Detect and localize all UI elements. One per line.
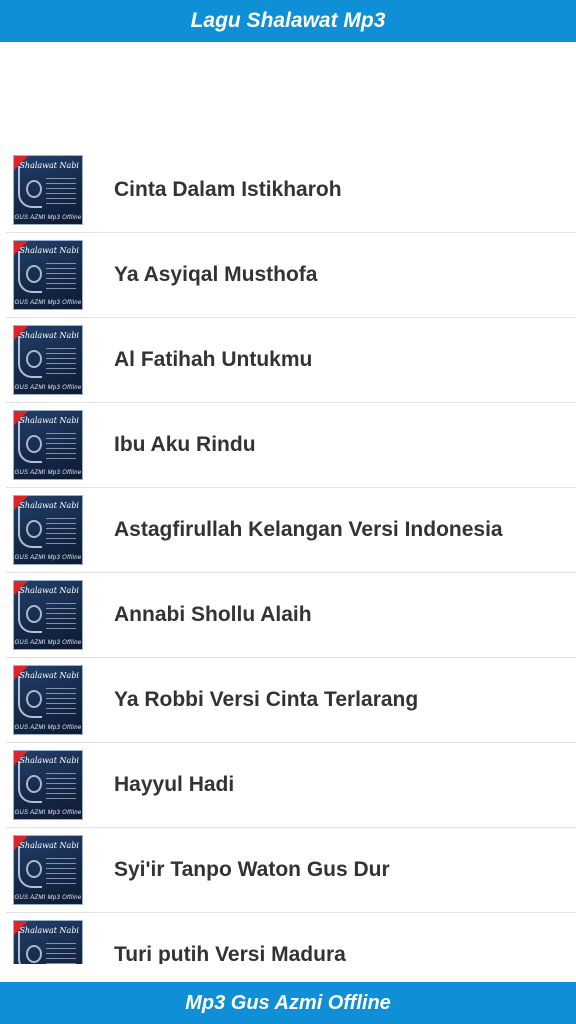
song-title: Syi'ir Tanpo Waton Gus Dur xyxy=(114,858,390,881)
list-item[interactable]: Shalawat Nabi GUS AZMI Mp3 Offline Ya As… xyxy=(6,233,576,318)
calligraphy-glyph xyxy=(26,945,42,963)
calligraphy-glyph xyxy=(26,180,42,198)
list-item[interactable]: Shalawat Nabi GUS AZMI Mp3 Offline Ibu A… xyxy=(6,403,576,488)
thumbnail-footer: GUS AZMI Mp3 Offline xyxy=(14,300,82,306)
calligraphy-glyph xyxy=(26,520,42,538)
list-item[interactable]: Shalawat Nabi GUS AZMI Mp3 Offline Hayyu… xyxy=(6,743,576,828)
thumbnail-text-lines xyxy=(46,263,76,289)
song-list[interactable]: Shalawat Nabi GUS AZMI Mp3 Offline Cinta… xyxy=(6,148,576,964)
app-title: Lagu Shalawat Mp3 xyxy=(190,9,386,32)
thumbnail-text-lines xyxy=(46,178,76,204)
thumbnail-footer: GUS AZMI Mp3 Offline xyxy=(14,470,82,476)
song-title: Astagfirullah Kelangan Versi Indonesia xyxy=(114,518,503,541)
album-art-thumbnail: Shalawat Nabi GUS AZMI Mp3 Offline xyxy=(13,750,83,820)
calligraphy-glyph xyxy=(26,775,42,793)
thumbnail-text-lines xyxy=(46,348,76,374)
album-art-thumbnail: Shalawat Nabi GUS AZMI Mp3 Offline xyxy=(13,580,83,650)
song-title: Ibu Aku Rindu xyxy=(114,433,256,456)
album-art-thumbnail: Shalawat Nabi GUS AZMI Mp3 Offline xyxy=(13,835,83,905)
thumbnail-text-lines xyxy=(46,518,76,544)
thumbnail-title: Shalawat Nabi xyxy=(19,586,79,595)
app-bar: Lagu Shalawat Mp3 xyxy=(0,0,576,42)
song-title: Al Fatihah Untukmu xyxy=(114,348,313,371)
list-item[interactable]: Shalawat Nabi GUS AZMI Mp3 Offline Syi'i… xyxy=(6,828,576,913)
thumbnail-text-lines xyxy=(46,433,76,459)
calligraphy-glyph xyxy=(26,605,42,623)
thumbnail-footer: GUS AZMI Mp3 Offline xyxy=(14,215,82,221)
list-item[interactable]: Shalawat Nabi GUS AZMI Mp3 Offline Ya Ro… xyxy=(6,658,576,743)
thumbnail-title: Shalawat Nabi xyxy=(19,246,79,255)
thumbnail-text-lines xyxy=(46,773,76,799)
album-art-thumbnail: Shalawat Nabi GUS AZMI Mp3 Offline xyxy=(13,155,83,225)
thumbnail-footer: GUS AZMI Mp3 Offline xyxy=(14,640,82,646)
album-art-thumbnail: Shalawat Nabi GUS AZMI Mp3 Offline xyxy=(13,240,83,310)
thumbnail-title: Shalawat Nabi xyxy=(19,926,79,935)
thumbnail-title: Shalawat Nabi xyxy=(19,501,79,510)
thumbnail-footer: GUS AZMI Mp3 Offline xyxy=(14,555,82,561)
song-title: Cinta Dalam Istikharoh xyxy=(114,178,342,201)
thumbnail-footer: GUS AZMI Mp3 Offline xyxy=(14,810,82,816)
song-title: Ya Asyiqal Musthofa xyxy=(114,263,318,286)
album-art-thumbnail: Shalawat Nabi GUS AZMI Mp3 Offline xyxy=(13,665,83,735)
calligraphy-glyph xyxy=(26,350,42,368)
thumbnail-footer: GUS AZMI Mp3 Offline xyxy=(14,385,82,391)
thumbnail-footer: GUS AZMI Mp3 Offline xyxy=(14,895,82,901)
thumbnail-title: Shalawat Nabi xyxy=(19,841,79,850)
song-title: Turi putih Versi Madura xyxy=(114,943,346,964)
thumbnail-text-lines xyxy=(46,943,76,964)
list-item[interactable]: Shalawat Nabi GUS AZMI Mp3 Offline Annab… xyxy=(6,573,576,658)
thumbnail-title: Shalawat Nabi xyxy=(19,331,79,340)
list-item[interactable]: Shalawat Nabi GUS AZMI Mp3 Offline Turi … xyxy=(6,913,576,964)
song-title: Annabi Shollu Alaih xyxy=(114,603,312,626)
calligraphy-glyph xyxy=(26,265,42,283)
footer-title: Mp3 Gus Azmi Offline xyxy=(185,991,391,1014)
thumbnail-footer: GUS AZMI Mp3 Offline xyxy=(14,725,82,731)
album-art-thumbnail: Shalawat Nabi GUS AZMI Mp3 Offline xyxy=(13,495,83,565)
thumbnail-title: Shalawat Nabi xyxy=(19,161,79,170)
calligraphy-glyph xyxy=(26,435,42,453)
thumbnail-text-lines xyxy=(46,688,76,714)
list-item[interactable]: Shalawat Nabi GUS AZMI Mp3 Offline Cinta… xyxy=(6,148,576,233)
calligraphy-glyph xyxy=(26,860,42,878)
album-art-thumbnail: Shalawat Nabi GUS AZMI Mp3 Offline xyxy=(13,920,83,964)
song-title: Ya Robbi Versi Cinta Terlarang xyxy=(114,688,419,711)
thumbnail-title: Shalawat Nabi xyxy=(19,416,79,425)
thumbnail-title: Shalawat Nabi xyxy=(19,671,79,680)
list-item[interactable]: Shalawat Nabi GUS AZMI Mp3 Offline Al Fa… xyxy=(6,318,576,403)
thumbnail-text-lines xyxy=(46,858,76,884)
footer-bar: Mp3 Gus Azmi Offline xyxy=(0,982,576,1024)
album-art-thumbnail: Shalawat Nabi GUS AZMI Mp3 Offline xyxy=(13,410,83,480)
song-title: Hayyul Hadi xyxy=(114,773,235,796)
thumbnail-title: Shalawat Nabi xyxy=(19,756,79,765)
calligraphy-glyph xyxy=(26,690,42,708)
thumbnail-text-lines xyxy=(46,603,76,629)
list-item[interactable]: Shalawat Nabi GUS AZMI Mp3 Offline Astag… xyxy=(6,488,576,573)
album-art-thumbnail: Shalawat Nabi GUS AZMI Mp3 Offline xyxy=(13,325,83,395)
